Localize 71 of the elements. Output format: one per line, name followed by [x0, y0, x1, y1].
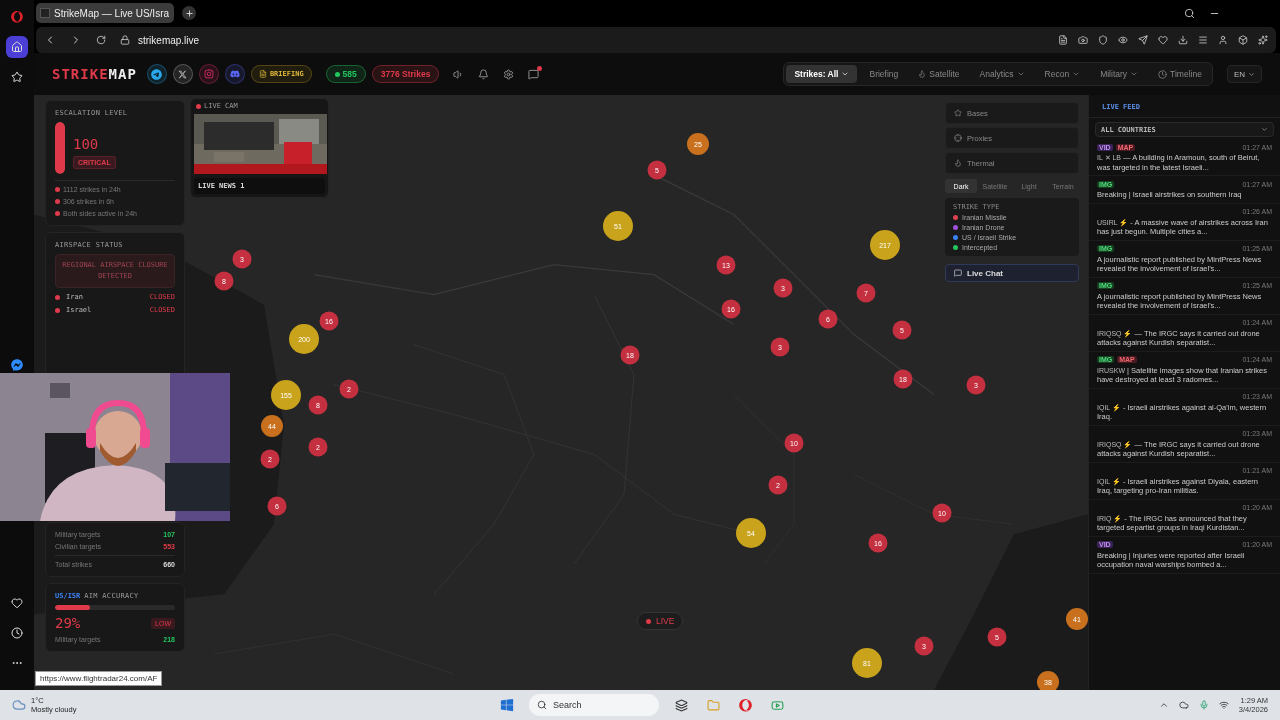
- windows-logo-icon: [500, 698, 514, 712]
- menu-icon[interactable]: [1198, 35, 1208, 45]
- social-button[interactable]: [146, 64, 167, 84]
- caret-icon[interactable]: [1158, 700, 1169, 710]
- nav-tab[interactable]: Briefing: [861, 65, 907, 83]
- heart-icon[interactable]: [1158, 35, 1168, 45]
- nav-tab[interactable]: Military: [1092, 65, 1147, 83]
- home-icon: [11, 41, 23, 53]
- chevron-down-icon: [1261, 126, 1268, 133]
- paper-plane-icon: [151, 68, 163, 80]
- reload-icon[interactable]: [96, 35, 106, 45]
- lock-icon: [120, 35, 130, 45]
- camera-icon[interactable]: [1078, 35, 1088, 45]
- settings-icon: [503, 68, 515, 80]
- new-tab-button[interactable]: [182, 6, 196, 20]
- edit-icon[interactable]: [1058, 35, 1068, 45]
- sparkle-icon[interactable]: [1258, 35, 1268, 45]
- send-icon[interactable]: [1138, 35, 1148, 45]
- star-icon: [11, 71, 23, 83]
- download-icon[interactable]: [1178, 35, 1188, 45]
- ring-logo-icon: [11, 11, 23, 23]
- url-text[interactable]: strikemap.live: [138, 34, 200, 46]
- message-icon: [528, 68, 540, 80]
- clock-icon: [11, 627, 23, 639]
- chevron-down-icon: [1016, 70, 1025, 78]
- messages-button[interactable]: [528, 68, 540, 80]
- strike-count: 3776 Strikes: [371, 65, 440, 83]
- sidebar-button[interactable]: [6, 36, 28, 58]
- online-count: 585: [325, 65, 366, 83]
- taskbar-search[interactable]: Search: [529, 694, 659, 716]
- layers-icon: [674, 698, 688, 712]
- x-logo-icon: [178, 69, 188, 79]
- search-icon[interactable]: [1184, 7, 1195, 19]
- notification-dot: [537, 65, 543, 71]
- shield-icon[interactable]: [1098, 35, 1108, 45]
- chevron-down-icon: [1248, 70, 1255, 78]
- ring-logo-icon: [738, 698, 752, 712]
- clock-icon: [1158, 69, 1168, 79]
- notifications-button[interactable]: [478, 68, 490, 80]
- document-icon: [258, 70, 267, 78]
- nav-tab[interactable]: Timeline: [1150, 65, 1210, 83]
- camera-logo-icon: [203, 69, 214, 79]
- folder-icon: [706, 698, 720, 712]
- search-icon: [537, 700, 547, 710]
- nav-tab[interactable]: Recon: [1036, 65, 1089, 83]
- flame-icon: [918, 70, 927, 78]
- cloud-icon: [12, 698, 26, 712]
- nav-tab[interactable]: Strikes: All: [786, 65, 858, 83]
- cloud-icon[interactable]: [1178, 700, 1189, 710]
- gamepad-logo-icon: [229, 69, 240, 79]
- cube-icon[interactable]: [1238, 35, 1248, 45]
- settings-button[interactable]: [503, 68, 515, 80]
- plus-icon: [184, 8, 194, 18]
- social-button[interactable]: [172, 64, 193, 84]
- chevron-down-icon: [841, 70, 850, 78]
- app-logo: STRIKEMAP: [52, 66, 137, 82]
- browser-tab[interactable]: StrikeMap — Live US/Isra: [36, 3, 174, 23]
- nav-tab[interactable]: Analytics: [971, 65, 1033, 83]
- chevron-down-icon: [1130, 70, 1139, 78]
- language-select[interactable]: EN: [1226, 65, 1262, 83]
- heart-icon: [11, 597, 23, 609]
- eye-icon[interactable]: [1118, 35, 1128, 45]
- user-icon[interactable]: [1218, 35, 1228, 45]
- social-button[interactable]: [224, 64, 245, 84]
- wifi-icon[interactable]: [1218, 700, 1229, 710]
- chevron-down-icon: [1072, 70, 1081, 78]
- play-icon: [770, 698, 784, 712]
- bell-icon: [478, 68, 490, 80]
- nav-tab[interactable]: Satellite: [910, 65, 968, 83]
- chat-bubble-icon: [11, 359, 23, 371]
- favicon-icon: [40, 8, 50, 18]
